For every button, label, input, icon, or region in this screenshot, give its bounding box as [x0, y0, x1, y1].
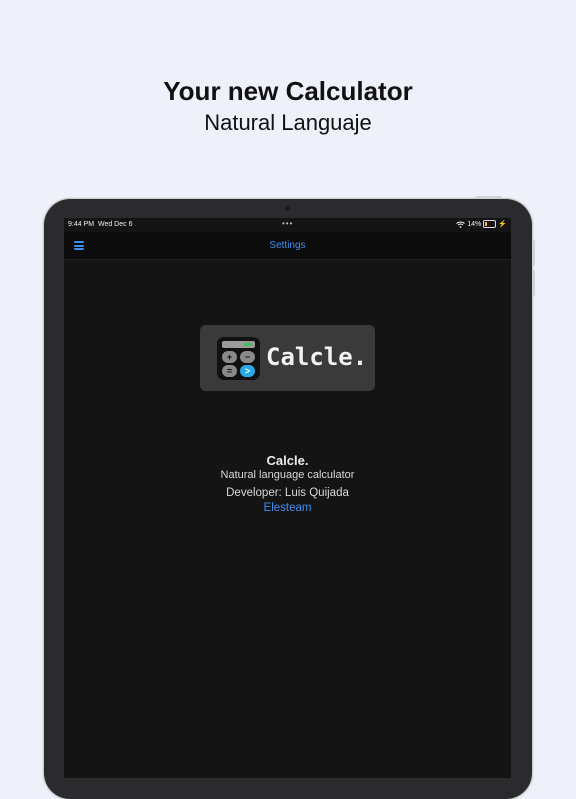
calc-plus-key: +: [222, 351, 237, 363]
app-description: Natural language calculator: [220, 469, 355, 481]
app-screen: 9:44 PM Wed Dec 6 ••• 14% ⚡ Settings + −…: [64, 218, 511, 778]
multitasking-dots[interactable]: •••: [282, 219, 293, 228]
charging-bolt-icon: ⚡: [498, 221, 507, 228]
calculator-display: [222, 341, 255, 348]
calc-equals-key: =: [222, 365, 237, 377]
promo-subline: Natural Languaje: [204, 110, 372, 135]
status-bar: 9:44 PM Wed Dec 6 ••• 14% ⚡: [64, 218, 511, 232]
battery-percent: 14%: [467, 220, 482, 228]
device-top-button: [476, 196, 502, 199]
app-name: Calcle.: [266, 453, 309, 468]
promo-headline: Your new Calculator: [163, 76, 413, 106]
navigation-bar: Settings: [64, 232, 511, 260]
developer-credit: Developer: Luis Quijada: [226, 487, 349, 499]
status-time-date: 9:44 PM Wed Dec 6: [68, 221, 132, 228]
status-indicators: 14% ⚡: [456, 220, 507, 228]
status-date: Wed Dec 6: [97, 221, 133, 228]
wifi-icon: [456, 221, 466, 228]
app-logo-card: + − = > Calcle.: [200, 325, 375, 391]
logo-wordmark: Calcle.: [266, 343, 368, 371]
front-camera: [285, 206, 290, 211]
company-link[interactable]: Elesteam: [64, 502, 511, 514]
nav-title-settings[interactable]: Settings: [64, 240, 511, 251]
calc-minus-key: −: [240, 351, 255, 363]
battery-charging-icon: [483, 220, 497, 228]
calculator-icon: + − = >: [217, 337, 260, 380]
device-volume-up-button: [532, 240, 535, 266]
status-time: 9:44 PM: [68, 221, 95, 228]
calc-prompt-key: >: [240, 365, 255, 377]
device-volume-down-button: [532, 270, 535, 296]
